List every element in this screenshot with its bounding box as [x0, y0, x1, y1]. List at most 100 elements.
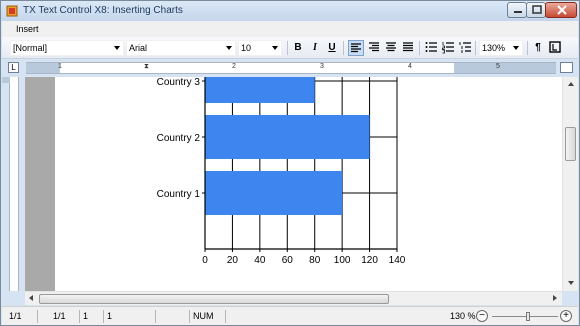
- structured-list-icon: [459, 42, 471, 53]
- maximize-button[interactable]: [526, 2, 546, 18]
- bar-chart[interactable]: Country 1 Country 2 Country 3 0 20 40 60 80 100 1…: [55, 77, 563, 291]
- category-label: Country 2: [157, 133, 201, 144]
- horizontal-scrollbar[interactable]: [25, 291, 562, 305]
- font-size-combo[interactable]: 10: [238, 40, 282, 56]
- align-center-button[interactable]: [383, 40, 399, 56]
- chevron-down-icon: [272, 46, 278, 50]
- numbered-list-icon: [442, 42, 454, 54]
- numbering-button[interactable]: [440, 40, 456, 56]
- pilcrow-icon: ¶: [535, 42, 541, 53]
- bar: [205, 77, 315, 103]
- menu-insert[interactable]: Insert: [16, 24, 39, 34]
- align-left-icon: [351, 43, 361, 53]
- status-page: 1/1: [6, 310, 38, 323]
- horizontal-ruler[interactable]: 1 ⧗ 2 3 4 5: [26, 62, 556, 74]
- justify-button[interactable]: [400, 40, 416, 56]
- status-num: NUM: [190, 310, 226, 323]
- ruler-number: 4: [408, 63, 412, 70]
- zoom-slider[interactable]: [492, 312, 558, 321]
- font-combo[interactable]: Arial: [126, 40, 236, 56]
- category-label: Country 1: [157, 189, 201, 200]
- vertical-ruler[interactable]: [2, 77, 24, 291]
- app-window: TX Text Control X8: Inserting Charts Ins…: [0, 0, 580, 326]
- tab-left-icon: L: [11, 63, 16, 72]
- scroll-down-icon[interactable]: [568, 281, 574, 285]
- show-marks-button[interactable]: ¶: [530, 40, 546, 56]
- ruler-number: 2: [232, 63, 236, 70]
- toolbar-separator: [475, 41, 476, 55]
- zoom-slider-knob[interactable]: [526, 312, 530, 321]
- document-page[interactable]: Country 1 Country 2 Country 3 0 20 40 60 80 100 1…: [55, 77, 563, 291]
- bar: [205, 171, 343, 215]
- page-gutter: [25, 77, 55, 291]
- window-title: TX Text Control X8: Inserting Charts: [23, 5, 183, 16]
- bullets-button[interactable]: [423, 40, 439, 56]
- ruler-row: L 1 ⧗ 2 3 4 5: [2, 59, 578, 76]
- status-column: 1: [104, 310, 156, 323]
- category-label: Country 3: [157, 77, 201, 88]
- toolbar-separator: [419, 41, 420, 55]
- align-left-button[interactable]: [348, 40, 364, 56]
- zoom-value: 130%: [482, 43, 506, 53]
- ruler-number: 3: [320, 63, 324, 70]
- zoom-combo[interactable]: 130%: [479, 40, 523, 56]
- ruler-toggle-button[interactable]: [560, 62, 573, 73]
- chevron-down-icon: [114, 46, 120, 50]
- x-tick-label: 140: [389, 255, 406, 266]
- toolbar-separator: [287, 41, 288, 55]
- underline-button[interactable]: U: [324, 40, 340, 56]
- align-right-button[interactable]: [366, 40, 382, 56]
- bold-button[interactable]: B: [290, 40, 306, 56]
- outline-button[interactable]: [457, 40, 473, 56]
- vertical-ruler-strip: [9, 77, 19, 291]
- frame-button[interactable]: [547, 40, 563, 56]
- bar: [205, 115, 370, 159]
- chevron-down-icon: [226, 46, 232, 50]
- tab-stop-selector[interactable]: L: [8, 62, 19, 73]
- style-combo[interactable]: [Normal]: [10, 40, 124, 56]
- formatting-toolbar: [Normal] Arial 10 B I U 130% ¶: [2, 37, 578, 59]
- document-area[interactable]: Country 1 Country 2 Country 3 0 20 40 60 80 100 1…: [25, 77, 563, 291]
- horizontal-scroll-thumb[interactable]: [39, 294, 389, 304]
- x-tick-label: 20: [227, 255, 239, 266]
- italic-button[interactable]: I: [307, 40, 323, 56]
- close-button[interactable]: [545, 2, 577, 18]
- status-blank: [156, 310, 190, 323]
- minimize-button[interactable]: [507, 2, 527, 18]
- x-tick-label: 40: [254, 255, 266, 266]
- scroll-up-icon[interactable]: [568, 82, 574, 86]
- zoom-in-button[interactable]: +: [560, 310, 572, 322]
- frame-icon: [549, 41, 561, 53]
- status-section: 1/1: [50, 310, 80, 323]
- ruler-right-margin: [454, 63, 556, 73]
- toolbar-separator: [527, 41, 528, 55]
- app-icon: [6, 5, 18, 17]
- vertical-ruler-margin: [2, 77, 10, 83]
- menu-bar: Insert: [2, 21, 578, 37]
- bullet-list-icon: [425, 42, 437, 52]
- scroll-left-icon[interactable]: [29, 295, 33, 301]
- x-tick-label: 80: [309, 255, 321, 266]
- title-bar: TX Text Control X8: Inserting Charts: [1, 1, 579, 21]
- ruler-number: 1: [58, 63, 62, 70]
- vertical-scroll-thumb[interactable]: [565, 127, 576, 161]
- align-right-icon: [369, 42, 379, 52]
- font-size-value: 10: [241, 43, 252, 53]
- status-bar: 1/1 1/1 1 1 NUM 130 % − +: [2, 306, 578, 325]
- justify-icon: [403, 42, 413, 52]
- status-line: 1: [80, 310, 104, 323]
- x-tick-label: 60: [282, 255, 294, 266]
- style-value: [Normal]: [13, 43, 48, 53]
- chevron-down-icon: [513, 46, 519, 50]
- status-zoom: 130 %: [450, 311, 476, 321]
- vertical-scrollbar[interactable]: [562, 77, 578, 291]
- x-tick-label: 100: [334, 255, 351, 266]
- zoom-out-button[interactable]: −: [476, 310, 488, 322]
- scroll-right-icon[interactable]: [553, 295, 557, 301]
- x-tick-label: 0: [202, 255, 208, 266]
- toolbar-separator: [343, 41, 344, 55]
- font-value: Arial: [129, 43, 148, 53]
- ruler-left-margin: [26, 63, 60, 73]
- align-center-icon: [386, 42, 396, 52]
- ruler-indent-marker[interactable]: ⧗: [144, 63, 149, 71]
